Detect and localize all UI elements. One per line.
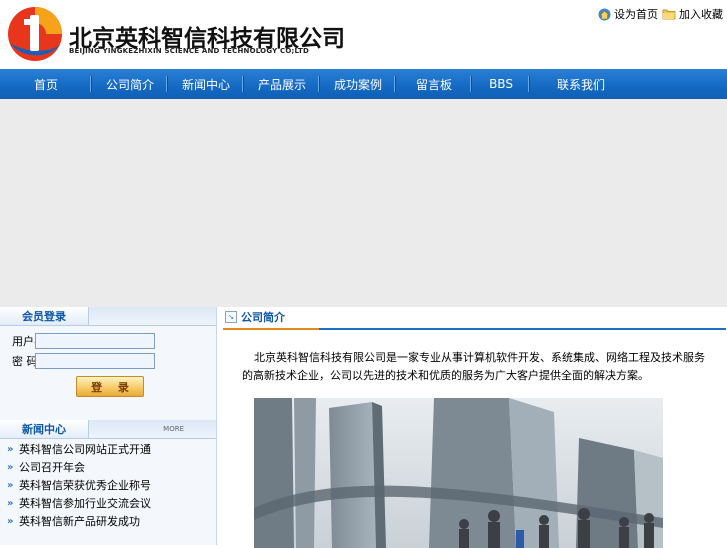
set-homepage-label: 设为首页 <box>614 8 658 21</box>
top-links: 设为首页 加入收藏 <box>598 6 723 22</box>
nav-item-guestbook[interactable]: 留言板 <box>396 69 472 99</box>
set-homepage-link[interactable]: 设为首页 <box>598 6 658 22</box>
password-label: 密 码 <box>12 355 38 368</box>
main-navigation: 首页 公司简介 新闻中心 产品展示 成功案例 留言板 BBS 联系我们 <box>0 69 727 99</box>
news-item-title: 公司召开年会 <box>19 461 85 474</box>
logo-mark-icon <box>8 7 62 61</box>
news-more-link[interactable]: MORE <box>163 425 184 433</box>
news-item-title: 英科智信公司网站正式开通 <box>19 443 151 456</box>
news-item[interactable]: » 英科智信参加行业交流会议 <box>0 494 216 512</box>
nav-item-cases[interactable]: 成功案例 <box>320 69 396 99</box>
nav-item-news[interactable]: 新闻中心 <box>168 69 244 99</box>
username-input[interactable] <box>35 333 155 349</box>
left-column: 会员登录 用户名称 密 码 登 录 新闻中心 MORE » 英科智信公司网站正式开… <box>0 307 217 545</box>
nav-item-about[interactable]: 公司简介 <box>92 69 168 99</box>
news-item[interactable]: » 公司召开年会 <box>0 458 216 476</box>
login-panel-title: 会员登录 <box>0 307 89 325</box>
right-column: ↘ 公司简介 北京英科智信科技有限公司是一家专业从事计算机软件开发、系统集成、网… <box>221 307 727 548</box>
news-item[interactable]: » 英科智信公司网站正式开通 <box>0 440 216 458</box>
city-skyline-image <box>254 398 663 548</box>
logo-english-name: BEIJING YINGKEZHIXIN SCIENCE AND TECHNOL… <box>69 47 309 55</box>
news-item-title: 英科智信参加行业交流会议 <box>19 497 151 510</box>
about-header: ↘ 公司简介 <box>225 309 285 325</box>
nav-item-contact[interactable]: 联系我们 <box>530 69 632 99</box>
document-icon: ↘ <box>225 311 237 323</box>
folder-icon <box>662 9 676 20</box>
password-input[interactable] <box>35 353 155 369</box>
about-divider-accent <box>223 328 319 330</box>
office-buildings-photo <box>254 398 663 548</box>
nav-item-bbs[interactable]: BBS <box>472 69 530 99</box>
news-item-title: 英科智信新产品研发成功 <box>19 515 140 528</box>
add-favorite-label: 加入收藏 <box>679 8 723 21</box>
double-arrow-icon: » <box>7 461 14 473</box>
banner-area <box>0 99 727 307</box>
double-arrow-icon: » <box>7 497 14 509</box>
double-arrow-icon: » <box>7 479 14 491</box>
username-row: 用户名称 <box>12 333 155 349</box>
login-panel-header: 会员登录 <box>0 307 216 326</box>
news-panel-title: 新闻中心 <box>0 420 89 438</box>
nav-item-home[interactable]: 首页 <box>0 69 92 99</box>
news-panel-header: 新闻中心 MORE <box>0 420 216 439</box>
news-item[interactable]: » 英科智信荣获优秀企业称号 <box>0 476 216 494</box>
about-text: 北京英科智信科技有限公司是一家专业从事计算机软件开发、系统集成、网络工程及技术服… <box>242 351 705 382</box>
home-icon <box>598 8 611 20</box>
double-arrow-icon: » <box>7 515 14 527</box>
news-item[interactable]: » 英科智信新产品研发成功 <box>0 512 216 530</box>
username-label: 用户名称 <box>12 335 56 348</box>
about-title: 公司简介 <box>241 311 285 324</box>
login-button[interactable]: 登 录 <box>76 376 144 397</box>
news-list: » 英科智信公司网站正式开通 » 公司召开年会 » 英科智信荣获优秀企业称号 » 英科智… <box>0 440 216 530</box>
password-row: 密 码 <box>12 353 155 369</box>
double-arrow-icon: » <box>7 443 14 455</box>
news-item-title: 英科智信荣获优秀企业称号 <box>19 479 151 492</box>
nav-list: 首页 公司简介 新闻中心 产品展示 成功案例 留言板 BBS 联系我们 <box>0 69 727 99</box>
company-logo[interactable]: 北京英科智信科技有限公司 BEIJING YINGKEZHIXIN SCIENC… <box>6 5 345 63</box>
header: 北京英科智信科技有限公司 BEIJING YINGKEZHIXIN SCIENC… <box>0 0 727 69</box>
nav-item-products[interactable]: 产品展示 <box>244 69 320 99</box>
add-favorite-link[interactable]: 加入收藏 <box>662 6 723 22</box>
about-divider <box>223 328 726 330</box>
